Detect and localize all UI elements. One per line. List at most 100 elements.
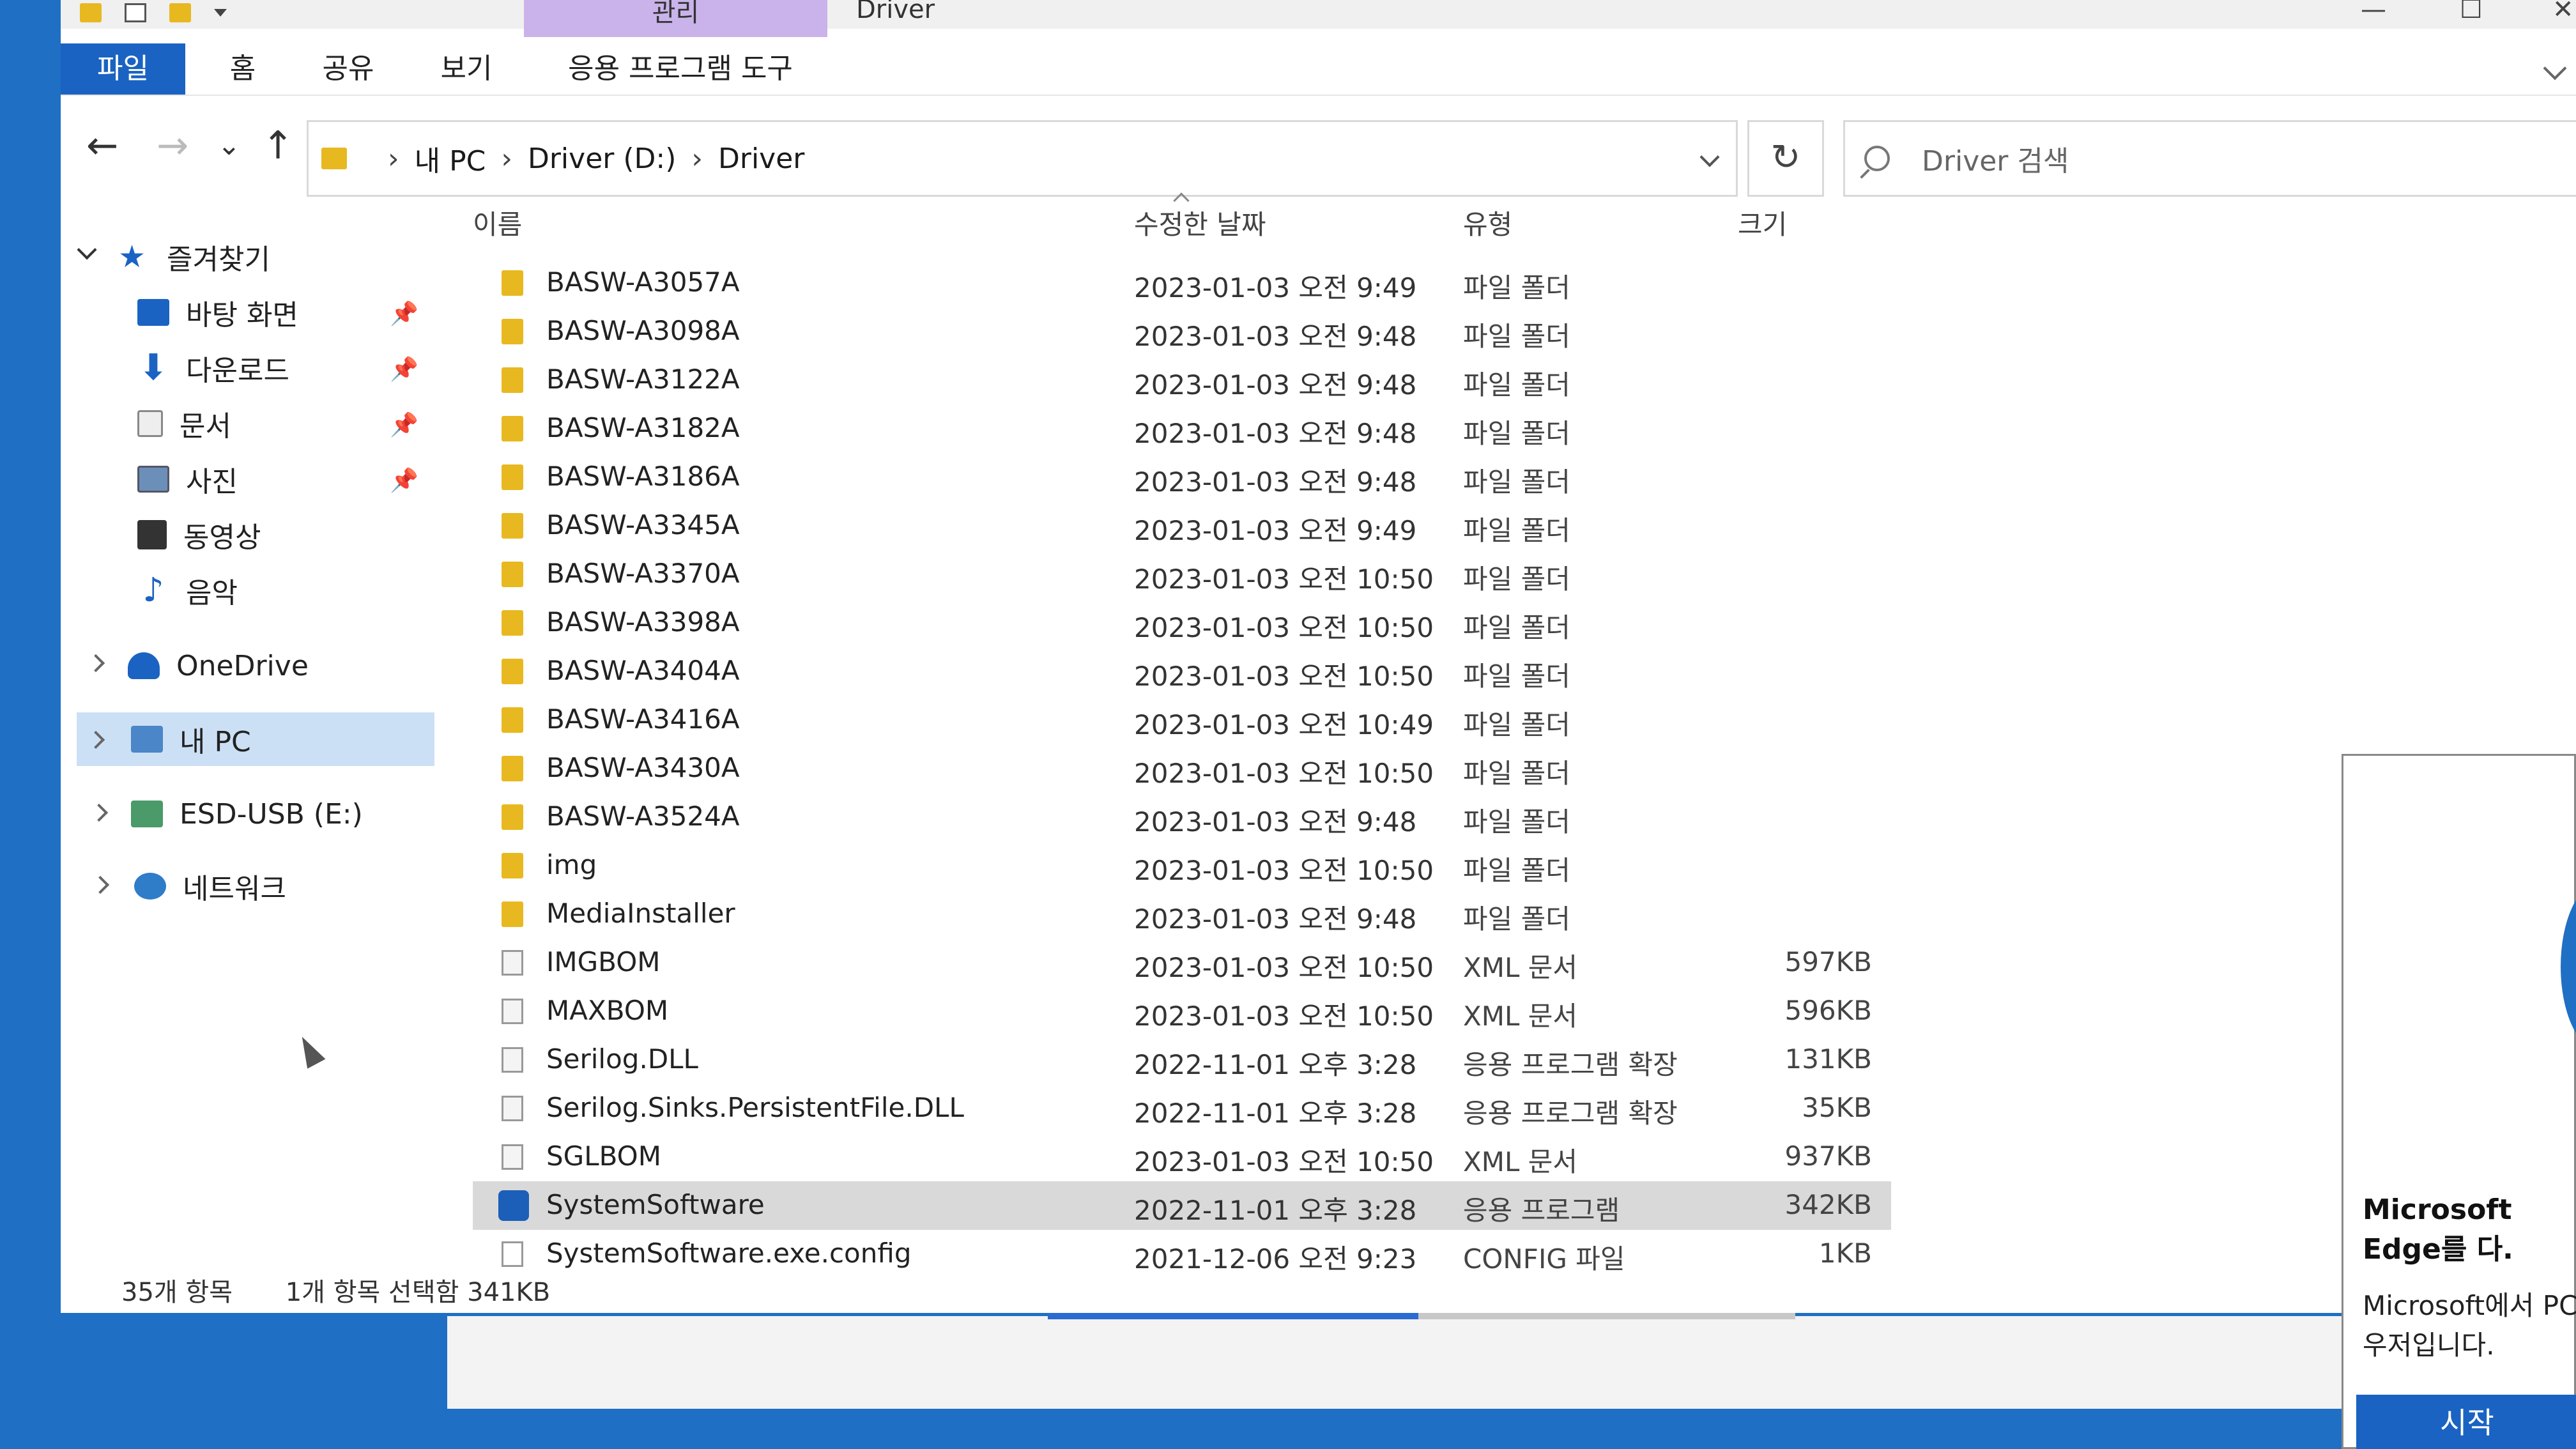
tab-share[interactable]: 공유 — [303, 43, 393, 95]
breadcrumb-this-pc[interactable]: 내 PC — [415, 138, 486, 179]
file-name: BASW-A3404A — [546, 655, 740, 686]
folder-icon — [502, 416, 523, 441]
back-button[interactable]: ← — [86, 120, 118, 171]
sidebar-item-pictures[interactable]: 사진 — [137, 452, 238, 506]
chevron-down-icon[interactable] — [1699, 147, 1720, 167]
scrollbar-thumb[interactable] — [1048, 1313, 1418, 1319]
recent-locations-button[interactable]: ⌄ — [217, 120, 241, 171]
pin-icon[interactable]: 📌 — [390, 411, 418, 438]
minimize-button[interactable]: — — [2361, 0, 2386, 22]
tab-app-tools[interactable]: 응용 프로그램 도구 — [546, 43, 815, 95]
table-row[interactable]: BASW-A3057A 2023-01-03 오전 9:49 파일 폴더 — [473, 259, 1891, 307]
table-row[interactable]: BASW-A3345A 2023-01-03 오전 9:49 파일 폴더 — [473, 502, 1891, 550]
file-date: 2023-01-03 오전 10:50 — [1134, 1000, 1434, 1032]
table-row[interactable]: img 2023-01-03 오전 10:50 파일 폴더 — [473, 841, 1891, 890]
column-header-size[interactable]: 크기 — [1738, 203, 1787, 242]
file-type: 파일 폴더 — [1463, 418, 1570, 449]
chevron-right-icon[interactable] — [86, 654, 105, 673]
folder-icon — [502, 270, 523, 296]
table-row[interactable]: BASW-A3186A 2023-01-03 오전 9:48 파일 폴더 — [473, 453, 1891, 502]
sidebar-item-documents[interactable]: 문서 — [137, 397, 231, 450]
computer-icon — [131, 726, 163, 753]
customize-toolbar-icon[interactable] — [214, 9, 227, 17]
ribbon-expand-icon[interactable] — [2543, 56, 2567, 80]
sidebar-item-network[interactable]: 네트워크 — [134, 859, 286, 913]
address-bar[interactable]: › 내 PC › Driver (D:) › Driver — [307, 120, 1738, 197]
maximize-button[interactable]: ☐ — [2460, 0, 2483, 22]
chevron-right-icon[interactable] — [89, 803, 109, 822]
table-row[interactable]: BASW-A3098A 2023-01-03 오전 9:48 파일 폴더 — [473, 307, 1891, 356]
table-row[interactable]: SGLBOM 2023-01-03 오전 10:50 XML 문서 937KB — [473, 1133, 1891, 1181]
breadcrumb-driver[interactable]: Driver — [718, 142, 804, 175]
new-folder-icon[interactable] — [169, 3, 191, 22]
table-row[interactable]: BASW-A3524A 2023-01-03 오전 9:48 파일 폴더 — [473, 793, 1891, 841]
file-date: 2023-01-03 오전 10:50 — [1134, 661, 1434, 692]
file-name: img — [546, 849, 597, 880]
popup-body: Microsoft에서 PC 우저입니다. — [2363, 1290, 2576, 1361]
search-input[interactable]: Driver 검색 — [1922, 138, 2069, 179]
file-size: 342KB — [1784, 1189, 1872, 1220]
close-button[interactable]: ✕ — [2552, 0, 2574, 22]
table-row[interactable]: BASW-A3370A 2023-01-03 오전 10:50 파일 폴더 — [473, 550, 1891, 599]
table-row[interactable]: BASW-A3416A 2023-01-03 오전 10:49 파일 폴더 — [473, 696, 1891, 744]
table-row[interactable]: IMGBOM 2023-01-03 오전 10:50 XML 문서 597KB — [473, 939, 1891, 987]
up-button[interactable]: ↑ — [262, 120, 294, 171]
tab-manage[interactable]: 관리 — [524, 0, 827, 38]
table-row[interactable]: BASW-A3398A 2023-01-03 오전 10:50 파일 폴더 — [473, 599, 1891, 647]
chevron-right-icon[interactable]: › — [388, 142, 399, 175]
search-box[interactable]: Driver 검색 — [1843, 120, 2576, 197]
sidebar-item-quick-access[interactable]: ★ 즐겨찾기 — [118, 230, 270, 284]
sidebar-item-this-pc[interactable]: 내 PC — [77, 712, 434, 766]
folder-icon[interactable] — [80, 3, 102, 22]
file-type: 파일 폴더 — [1463, 806, 1570, 838]
table-row[interactable]: MediaInstaller 2023-01-03 오전 9:48 파일 폴더 — [473, 890, 1891, 939]
table-row[interactable]: SystemSoftware 2022-11-01 오후 3:28 응용 프로그램 3… — [473, 1181, 1891, 1230]
chevron-down-icon[interactable] — [77, 240, 97, 260]
table-row[interactable]: BASW-A3122A 2023-01-03 오전 9:48 파일 폴더 — [473, 356, 1891, 404]
sidebar-item-videos[interactable]: 동영상 — [137, 508, 261, 562]
pin-icon[interactable]: 📌 — [390, 300, 418, 327]
file-type: 파일 폴더 — [1463, 369, 1570, 401]
chevron-right-icon[interactable]: › — [501, 142, 512, 175]
chevron-right-icon[interactable] — [91, 875, 110, 894]
file-size: 131KB — [1784, 1043, 1872, 1075]
table-row[interactable]: Serilog.Sinks.PersistentFile.DLL 2022-11-… — [473, 1084, 1891, 1133]
column-header-type[interactable]: 유형 — [1463, 203, 1512, 242]
file-date: 2023-01-03 오전 10:50 — [1134, 758, 1434, 789]
table-row[interactable]: SystemSoftware.exe.config 2021-12-06 오전 9… — [473, 1230, 1891, 1278]
sidebar-item-onedrive[interactable]: OneDrive — [128, 639, 309, 693]
tab-view[interactable]: 보기 — [422, 43, 511, 95]
tab-home[interactable]: 홈 — [211, 43, 275, 95]
sidebar-item-label: OneDrive — [176, 649, 309, 682]
pin-icon[interactable]: 📌 — [390, 356, 418, 383]
file-type: 파일 폴더 — [1463, 758, 1570, 789]
quick-access-toolbar — [80, 0, 227, 26]
file-type: 파일 폴더 — [1463, 515, 1570, 546]
refresh-button[interactable]: ↻ — [1747, 120, 1824, 197]
tab-file[interactable]: 파일 — [61, 43, 185, 95]
file-name: BASW-A3345A — [546, 509, 740, 540]
column-header-name[interactable]: 이름 — [473, 203, 522, 242]
folder-icon — [502, 756, 523, 781]
table-row[interactable]: BASW-A3404A 2023-01-03 오전 10:50 파일 폴더 — [473, 647, 1891, 696]
column-header-date[interactable]: 수정한 날짜 — [1134, 203, 1266, 242]
sidebar-item-label: 문서 — [180, 410, 231, 443]
table-row[interactable]: BASW-A3430A 2023-01-03 오전 10:50 파일 폴더 — [473, 744, 1891, 793]
file-name: BASW-A3186A — [546, 461, 740, 492]
pin-icon[interactable]: 📌 — [390, 467, 418, 494]
table-row[interactable]: Serilog.DLL 2022-11-01 오후 3:28 응용 프로그램 확장 1… — [473, 1036, 1891, 1084]
file-name: BASW-A3370A — [546, 558, 740, 589]
sidebar-item-desktop[interactable]: 바탕 화면 — [137, 286, 298, 339]
table-row[interactable]: MAXBOM 2023-01-03 오전 10:50 XML 문서 596KB — [473, 987, 1891, 1036]
breadcrumb-drive-d[interactable]: Driver (D:) — [528, 142, 676, 175]
sidebar-item-music[interactable]: ♪ 음악 — [137, 564, 238, 617]
start-button[interactable]: 시작 — [2356, 1395, 2576, 1449]
dll-file-icon — [502, 1096, 523, 1121]
table-row[interactable]: BASW-A3182A 2023-01-03 오전 9:48 파일 폴더 — [473, 404, 1891, 453]
sidebar-item-downloads[interactable]: ⬇ 다운로드 — [137, 341, 289, 395]
sidebar-item-usb-drive[interactable]: ESD-USB (E:) — [131, 787, 363, 841]
file-type: XML 문서 — [1463, 1146, 1578, 1177]
forward-button[interactable]: → — [157, 120, 188, 171]
chevron-right-icon[interactable]: › — [691, 142, 703, 175]
properties-check-icon[interactable] — [125, 3, 146, 22]
